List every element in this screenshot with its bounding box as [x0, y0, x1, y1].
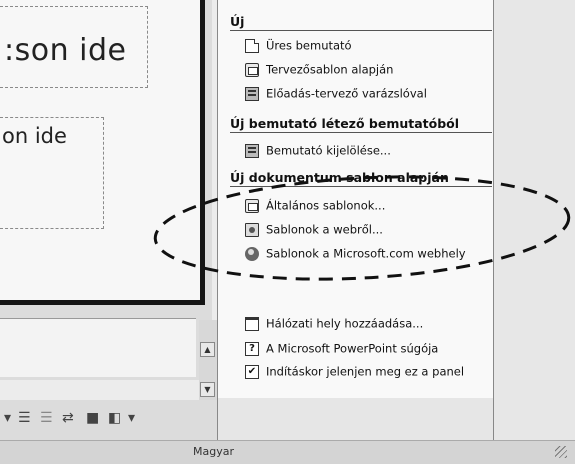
- scroll-up-arrow-icon[interactable]: ▲: [200, 342, 215, 357]
- vertical-scrollbar[interactable]: ▲ ▼: [199, 320, 217, 400]
- arrow-style-icon[interactable]: ⇄: [62, 409, 74, 427]
- line-style-icon[interactable]: ☰: [18, 409, 31, 427]
- from-design-template-link[interactable]: Tervezősablon alapján: [245, 62, 393, 80]
- choose-presentation-link[interactable]: Bemutató kijelölése...: [245, 143, 391, 161]
- section-header-template: Új dokumentum sablon alapján: [230, 170, 492, 187]
- title-placeholder[interactable]: :son ide: [0, 6, 148, 88]
- status-bar: Magyar: [0, 440, 575, 464]
- templates-on-web-link[interactable]: Sablonok a webről...: [245, 222, 383, 240]
- body-placeholder-text: on ide: [2, 124, 67, 148]
- checkbox-icon: ✔: [245, 364, 259, 379]
- powerpoint-help-link[interactable]: ? A Microsoft PowerPoint súgója: [245, 341, 438, 359]
- blank-presentation-link[interactable]: Üres bemutató: [245, 38, 352, 56]
- templates-on-microsoft-com-link[interactable]: Sablonok a Microsoft.com webhely: [245, 246, 466, 264]
- choose-presentation-icon: [245, 143, 259, 158]
- toolbar-options-icon[interactable]: ▾: [128, 409, 135, 427]
- language-indicator: Magyar: [193, 445, 234, 458]
- network-place-icon: [245, 316, 259, 331]
- scroll-down-arrow-icon[interactable]: ▼: [200, 382, 215, 397]
- help-icon: ?: [245, 341, 259, 356]
- show-at-startup-checkbox[interactable]: ✔ Indításkor jelenjen meg ez a panel: [245, 364, 464, 382]
- microsoft-com-icon: [245, 246, 259, 261]
- page-margin: [492, 0, 575, 440]
- autocontent-wizard-link[interactable]: Előadás-tervező varázslóval: [245, 86, 427, 104]
- resize-grip-icon[interactable]: [555, 446, 567, 458]
- new-presentation-task-pane: Új Üres bemutató Tervezősablon alapján E…: [217, 0, 494, 440]
- section-header-new: Új: [230, 14, 492, 31]
- blank-doc-icon: [245, 38, 259, 53]
- web-templates-icon: [245, 222, 259, 237]
- body-placeholder[interactable]: on ide: [0, 117, 104, 229]
- general-templates-link[interactable]: Általános sablonok...: [245, 198, 385, 216]
- 3d-style-icon[interactable]: ◧: [108, 409, 121, 427]
- task-pane-footer: [217, 398, 493, 440]
- notes-pane[interactable]: [0, 318, 196, 377]
- title-placeholder-text: :son ide: [4, 33, 127, 68]
- drawing-toolbar: ▾ ☰ ☰ ⇄ ■ ◧ ▾: [0, 400, 217, 440]
- general-templates-icon: [245, 198, 259, 213]
- design-template-icon: [245, 62, 259, 77]
- dash-style-icon[interactable]: ☰: [40, 409, 53, 427]
- toolbar-dropdown-icon[interactable]: ▾: [4, 409, 11, 427]
- wizard-icon: [245, 86, 259, 101]
- shadow-style-icon[interactable]: ■: [86, 409, 99, 427]
- slide-canvas[interactable]: :son ide on ide: [0, 0, 205, 305]
- add-network-place-link[interactable]: Hálózati hely hozzáadása...: [245, 316, 423, 334]
- section-header-existing: Új bemutató létező bemutatóból: [230, 116, 492, 133]
